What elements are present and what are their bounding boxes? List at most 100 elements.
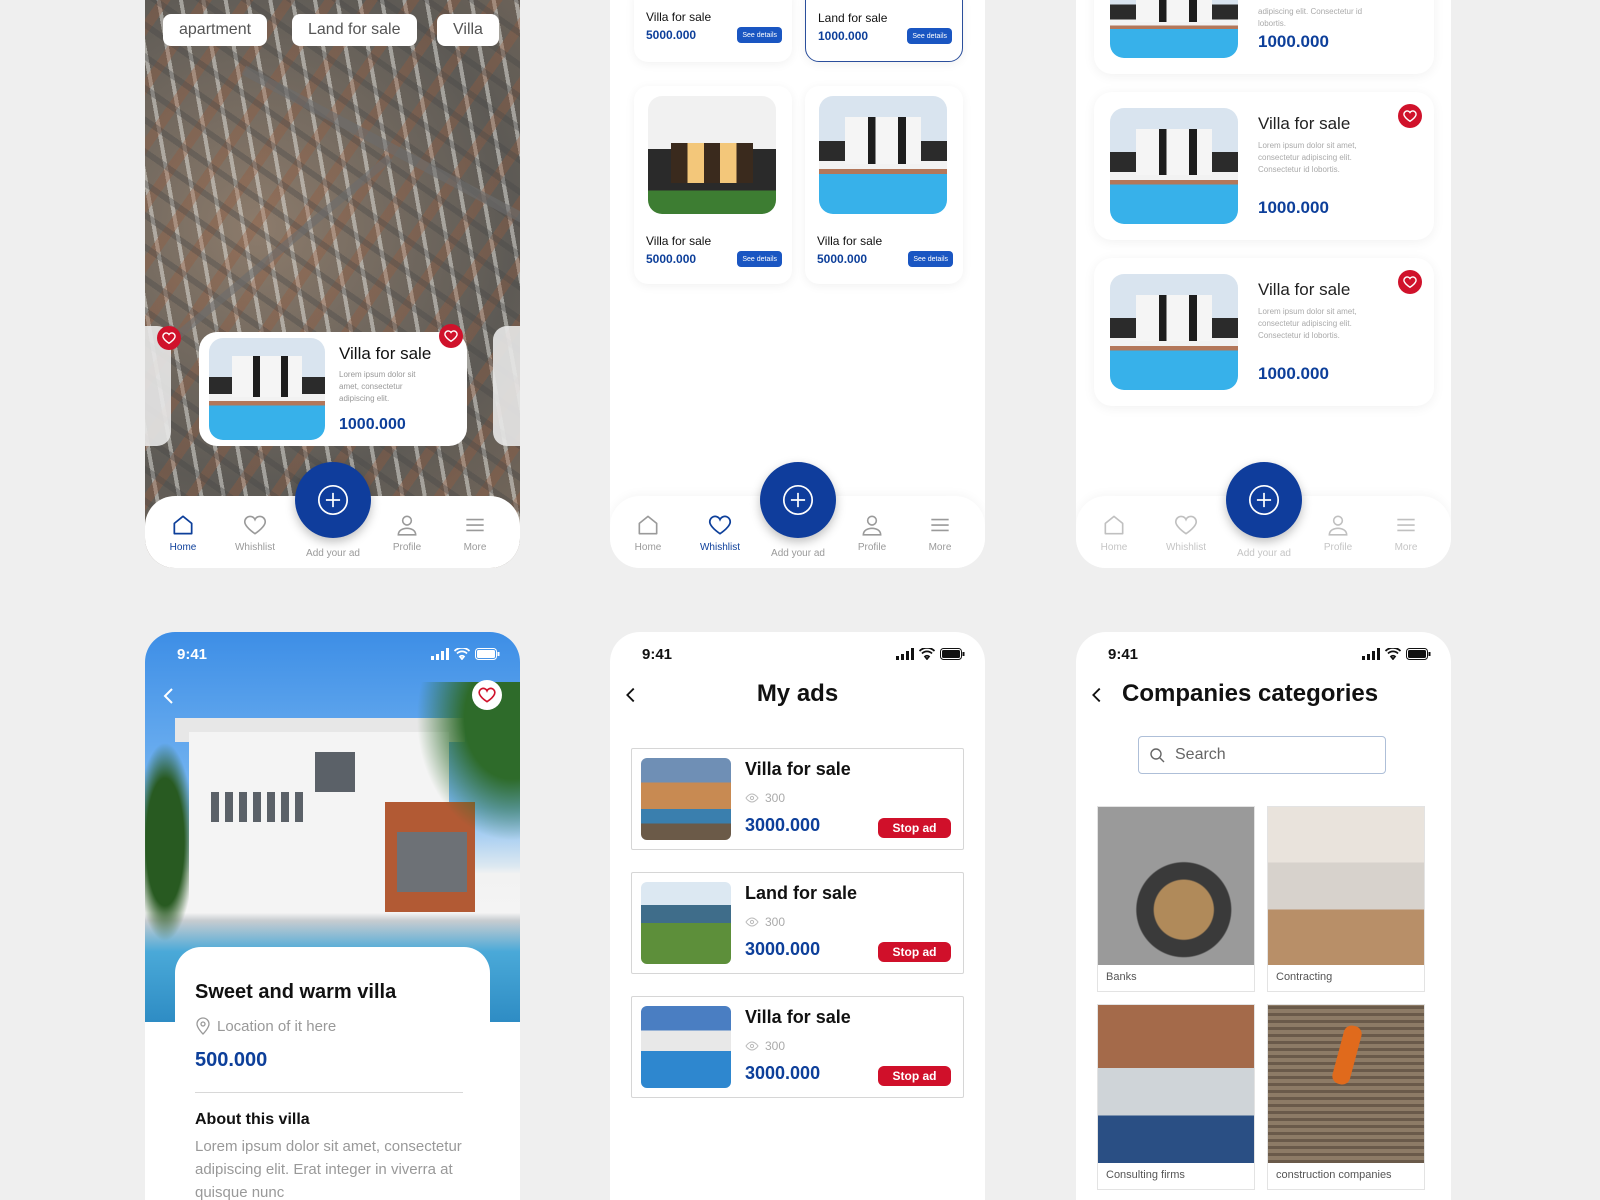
ad-row[interactable]: Villa for sale 300 3000.000 Stop ad [631,996,964,1098]
property-image [209,338,325,440]
heart-icon [243,515,267,535]
nav-profile[interactable]: Profile [1306,512,1370,553]
category-card-banks[interactable]: Banks [1097,806,1255,992]
property-title: Villa for sale [339,344,432,363]
location-pin-icon [196,1017,210,1035]
views-count: 300 [765,915,786,929]
see-details-button[interactable]: See details [908,251,953,267]
nav-more[interactable]: More [1374,512,1438,553]
eye-icon [745,917,759,927]
map-screen: apartment Land for sale Villa Villa for … [145,0,520,568]
about-text: Lorem ipsum dolor sit amet, consectetur … [195,1138,462,1200]
home-icon [638,515,658,535]
add-ad-button[interactable] [1226,462,1302,538]
listing-description: adipiscing elit. Consectetur id lobortis… [1258,7,1363,28]
nav-profile[interactable]: Profile [375,512,439,553]
nav-home[interactable]: Home [1082,512,1146,553]
next-card-peek[interactable] [493,326,520,446]
favorite-button[interactable] [472,680,502,710]
add-ad-label: Add your ad [306,548,360,559]
ad-price: 3000.000 [745,815,821,835]
filter-chip-apartment[interactable]: apartment [163,14,268,46]
nav-label: Whishlist [699,542,740,553]
stop-ad-button[interactable]: Stop ad [878,942,951,962]
property-card[interactable]: Villa for sale Lorem ipsum dolor sit ame… [199,324,467,446]
filter-chip-villa[interactable]: Villa [437,14,499,46]
category-label: Consulting firms [1106,1169,1185,1181]
add-ad-label: Add your ad [1237,548,1291,559]
ad-price: 3000.000 [745,1063,821,1083]
filter-chip-land[interactable]: Land for sale [292,14,417,46]
see-details-button[interactable]: See details [737,27,782,43]
heart-icon[interactable] [1398,104,1422,128]
chip-label: Villa [453,21,483,38]
add-ad-button[interactable] [295,462,371,538]
ad-image [641,882,731,964]
nav-home[interactable]: Home [616,512,680,553]
ad-views: 300 [745,915,785,929]
heart-icon [708,515,732,535]
add-ad-label: Add your ad [771,548,825,559]
stop-ad-button[interactable]: Stop ad [878,1066,951,1086]
property-price: 1000.000 [339,416,406,433]
listing-card[interactable]: Villa for sale Lorem ipsum dolor sit ame… [1094,92,1434,240]
nav-wishlist[interactable]: Whishlist [688,512,752,553]
tree-shape [145,742,195,942]
listing-image [819,96,947,214]
chevron-left-icon[interactable] [1086,684,1108,706]
listing-card[interactable]: adipiscing elit. Consectetur id lobortis… [1094,0,1434,74]
menu-icon [931,518,949,532]
views-count: 300 [765,1039,786,1053]
see-details-button[interactable]: See details [907,28,952,44]
nav-wishlist[interactable]: Whishlist [223,512,287,553]
category-card-contracting[interactable]: Contracting [1267,806,1425,992]
ad-row[interactable]: Villa for sale 300 3000.000 Stop ad [631,748,964,850]
nav-label: Profile [857,542,887,553]
status-bar: 9:41 [145,632,520,676]
bottom-nav: Home Whishlist Add your ad Profile More [1076,462,1451,568]
ad-image [641,758,731,840]
listing-card[interactable]: Villa for sale 5000.000 See details [634,0,792,62]
villa-price: 500.000 [195,1049,268,1071]
nav-profile[interactable]: Profile [840,512,904,553]
heart-icon[interactable] [439,324,463,348]
status-icons [431,648,500,660]
battery-icon [475,648,500,660]
listing-card[interactable]: Villa for sale 5000.000 See details [634,86,792,284]
chip-label: apartment [179,21,252,38]
wifi-icon [1385,648,1401,660]
listing-price: 5000.000 [646,28,697,42]
location-text: Location of it here [217,1017,337,1035]
add-ad-button[interactable] [760,462,836,538]
chevron-left-icon[interactable] [157,684,181,708]
nav-more[interactable]: More [443,512,507,553]
see-details-button[interactable]: See details [737,251,782,267]
search-input[interactable] [1175,746,1365,764]
search-field[interactable] [1138,736,1386,774]
nav-home[interactable]: Home [151,512,215,553]
status-time: 9:41 [177,646,208,663]
nav-wishlist[interactable]: Whishlist [1154,512,1218,553]
heart-icon[interactable] [1398,270,1422,294]
user-icon [1328,515,1348,536]
stop-ad-button[interactable]: Stop ad [878,818,951,838]
listing-card[interactable]: Villa for sale 5000.000 See details [805,86,963,284]
nav-more[interactable]: More [908,512,972,553]
nav-label: Whishlist [234,542,275,553]
plus-circle-icon [782,484,814,516]
nav-label: More [1394,542,1418,553]
search-icon [1150,748,1165,763]
category-card-construction[interactable]: construction companies [1267,1004,1425,1190]
listing-card[interactable]: Villa for sale Lorem ipsum dolor sit ame… [1094,258,1434,406]
ad-row[interactable]: Land for sale 300 3000.000 Stop ad [631,872,964,974]
listing-price: 5000.000 [817,252,868,266]
category-image [1268,1005,1424,1163]
battery-icon [1406,648,1431,660]
villa-detail-screen: 9:41 Sweet and warm villa Location of it… [145,632,520,1200]
signal-icon [1362,648,1380,660]
listing-card[interactable]: Land for sale 1000.000 See details [805,0,963,62]
category-card-consulting[interactable]: Consulting firms [1097,1004,1255,1190]
menu-icon [466,518,484,532]
heart-icon[interactable] [157,326,181,350]
nav-label: Home [1100,542,1128,553]
